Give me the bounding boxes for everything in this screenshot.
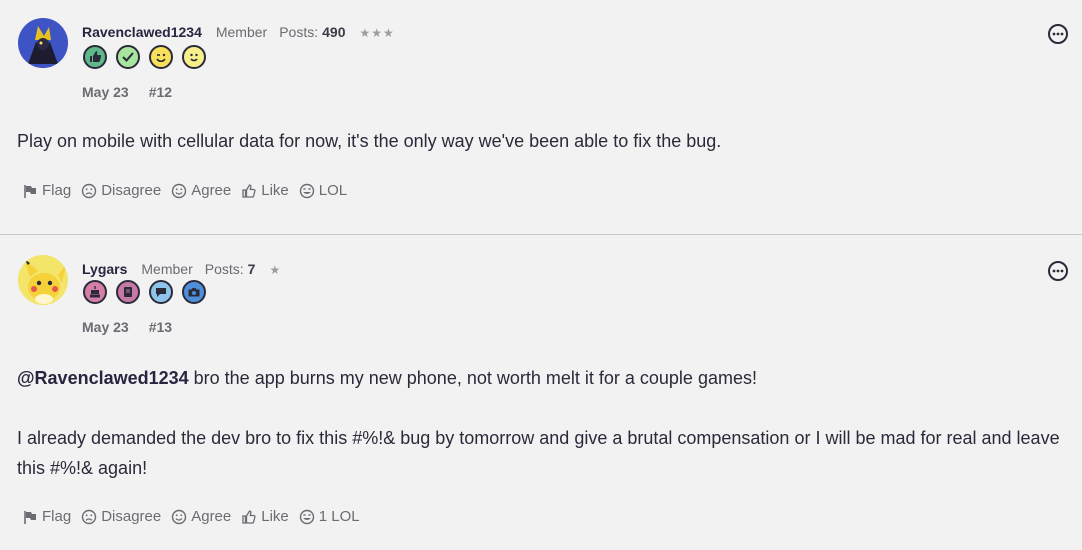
posts-label: Posts: xyxy=(204,261,244,277)
post-text: bro the app burns my new phone, not wort… xyxy=(188,368,757,388)
post-number[interactable]: #13 xyxy=(149,319,172,335)
post-meta: May 23 #12 xyxy=(82,84,172,100)
laugh-icon xyxy=(299,183,314,198)
posts-count: 7 xyxy=(247,261,256,277)
flag-icon xyxy=(24,510,36,524)
username[interactable]: Ravenclawed1234 xyxy=(82,24,202,40)
post-text-line2: I already demanded the dev bro to fix th… xyxy=(17,428,1060,478)
agree-button[interactable]: Agree xyxy=(171,508,231,525)
post-text: Play on mobile with cellular data for no… xyxy=(17,131,722,151)
frown-icon xyxy=(81,509,97,524)
lol-label: LOL xyxy=(318,182,348,199)
more-options-icon[interactable] xyxy=(1048,261,1068,281)
user-badges xyxy=(83,45,206,69)
user-badges xyxy=(83,280,206,304)
like-button[interactable]: Like xyxy=(241,182,289,199)
lol-label: 1 LOL xyxy=(318,508,360,525)
speech-bubble-badge-icon[interactable] xyxy=(149,280,173,304)
disagree-label: Disagree xyxy=(101,182,162,199)
flag-button[interactable]: Flag xyxy=(22,182,71,199)
username[interactable]: Lygars xyxy=(82,261,127,277)
posts-count: 490 xyxy=(322,24,346,40)
user-avatar[interactable] xyxy=(18,255,68,305)
flag-button[interactable]: Flag xyxy=(22,508,71,525)
post-date[interactable]: May 23 xyxy=(82,319,129,335)
smile-icon xyxy=(172,509,187,524)
smile-badge-icon[interactable] xyxy=(182,45,206,69)
like-label: Like xyxy=(261,182,289,199)
flag-icon xyxy=(24,184,36,198)
agree-button[interactable]: Agree xyxy=(171,182,231,199)
post-13: Lygars Member Posts: 7 ★ May 23 #13 @Rav… xyxy=(0,235,1082,550)
wink-badge-icon[interactable] xyxy=(149,45,173,69)
laugh-icon xyxy=(299,509,314,524)
post-body: Play on mobile with cellular data for no… xyxy=(17,126,1072,156)
user-info: Lygars Member Posts: 7 ★ xyxy=(82,261,281,277)
flag-label: Flag xyxy=(42,182,72,199)
cake-badge-icon[interactable] xyxy=(83,280,107,304)
thumbs-up-icon xyxy=(242,183,256,198)
flag-label: Flag xyxy=(42,508,72,525)
user-role: Member xyxy=(141,261,193,277)
agree-label: Agree xyxy=(191,508,232,525)
post-body: @Ravenclawed1234 bro the app burns my ne… xyxy=(17,363,1072,483)
rank-stars: ★ xyxy=(269,263,282,277)
lol-button[interactable]: LOL xyxy=(299,182,347,199)
camera-badge-icon[interactable] xyxy=(182,280,206,304)
disagree-label: Disagree xyxy=(101,508,162,525)
like-label: Like xyxy=(261,508,289,525)
like-button[interactable]: Like xyxy=(241,508,289,525)
thumbs-up-badge-icon[interactable] xyxy=(83,45,107,69)
post-date[interactable]: May 23 xyxy=(82,84,129,100)
frown-icon xyxy=(81,183,97,198)
user-avatar[interactable] xyxy=(18,18,68,68)
post-text-line1: @Ravenclawed1234 bro the app burns my ne… xyxy=(17,363,1072,393)
rank-stars: ★★★ xyxy=(359,26,395,40)
post-meta: May 23 #13 xyxy=(82,319,172,335)
post-actions: Flag Disagree Agree Like 1 LOL xyxy=(22,508,370,525)
lol-button[interactable]: 1 LOL xyxy=(299,508,360,525)
check-badge-icon[interactable] xyxy=(116,45,140,69)
post-number[interactable]: #12 xyxy=(149,84,172,100)
post-actions: Flag Disagree Agree Like LOL xyxy=(22,182,357,199)
user-role: Member xyxy=(215,24,268,40)
notebook-badge-icon[interactable] xyxy=(116,280,140,304)
more-options-icon[interactable] xyxy=(1048,24,1068,44)
user-mention[interactable]: @Ravenclawed1234 xyxy=(17,368,189,388)
smile-icon xyxy=(172,183,187,198)
agree-label: Agree xyxy=(191,182,232,199)
posts-label: Posts: xyxy=(279,24,319,40)
disagree-button[interactable]: Disagree xyxy=(81,508,161,525)
disagree-button[interactable]: Disagree xyxy=(81,182,161,199)
post-12: Ravenclawed1234 Member Posts: 490 ★★★ Ma… xyxy=(0,0,1082,235)
user-info: Ravenclawed1234 Member Posts: 490 ★★★ xyxy=(82,24,395,40)
thumbs-up-icon xyxy=(242,509,256,524)
